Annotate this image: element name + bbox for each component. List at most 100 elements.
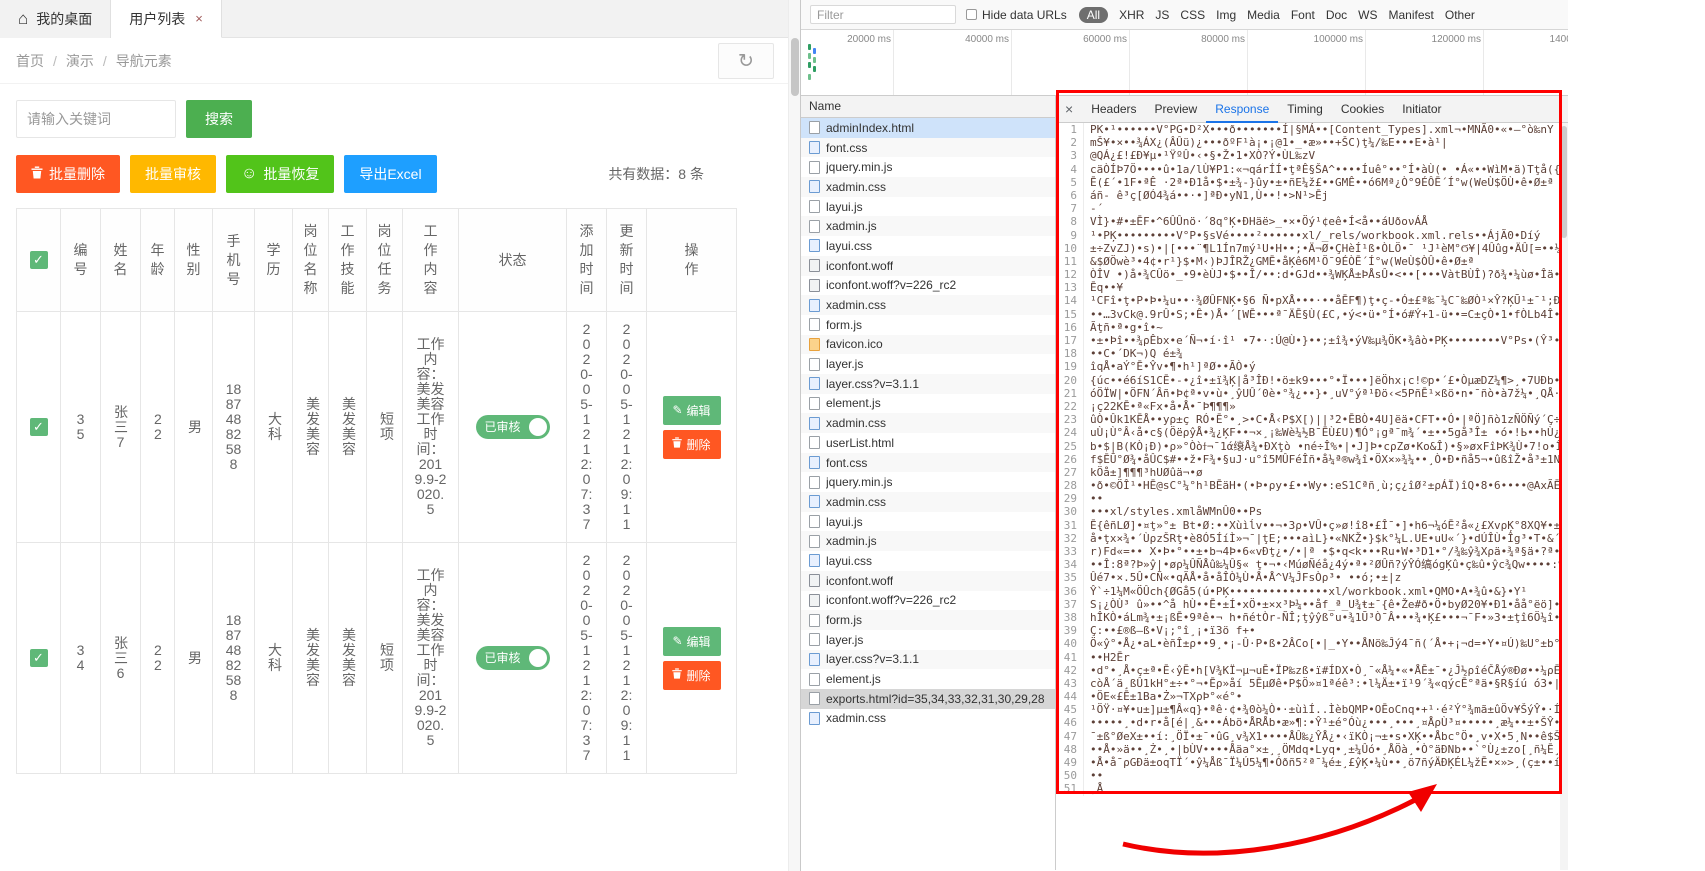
request-row[interactable]: iconfont.woff	[801, 570, 1055, 591]
search-input[interactable]	[16, 100, 176, 138]
request-row[interactable]: layer.css?v=3.1.1	[801, 373, 1055, 394]
response-line-text: å•ţx×¾•´ÙρzŠRţ•è8Ó5ÍíÌ»¬¯|ţE;•••aìL}•«NK…	[1090, 531, 1568, 545]
request-row[interactable]: iconfont.woff	[801, 255, 1055, 276]
request-row[interactable]: userList.html	[801, 433, 1055, 453]
app-tab-1[interactable]: 用户列表 ×	[111, 0, 222, 38]
request-row[interactable]: adminIndex.html	[801, 118, 1055, 138]
response-line-text: mŠ¥•×••¾ÁX¿(ÂÛü)¿•••ðºF¹à¡•¡@1•_•æ»••+ŠC…	[1090, 136, 1448, 150]
request-row[interactable]: layui.js	[801, 197, 1055, 217]
hide-data-urls-checkbox[interactable]	[966, 9, 977, 20]
response-scrollbar-thumb[interactable]	[1561, 126, 1567, 238]
line-number: 22	[1056, 399, 1084, 414]
request-row[interactable]: form.js	[801, 315, 1055, 335]
edit-button[interactable]: ✎ 编辑	[662, 395, 721, 425]
request-row[interactable]: layui.css	[801, 551, 1055, 571]
delete-button[interactable]: 删除	[662, 660, 721, 690]
left-scrollbar-thumb[interactable]	[791, 38, 799, 96]
search-button[interactable]: 搜索	[186, 100, 252, 138]
status-toggle[interactable]: 已审核	[475, 646, 550, 670]
refresh-button[interactable]: ↻	[718, 43, 774, 79]
request-row[interactable]: font.css	[801, 137, 1055, 158]
request-row[interactable]: element.js	[801, 394, 1055, 414]
request-row[interactable]: xadmin.css	[801, 492, 1055, 512]
network-timeline[interactable]: 20000 ms 40000 ms 60000 ms 80000 ms 100000 m…	[801, 30, 1568, 96]
column-header-label: 添加时间	[579, 223, 594, 296]
left-scrollbar[interactable]	[788, 0, 800, 871]
request-row[interactable]: xadmin.css	[801, 177, 1055, 197]
file-icon	[809, 141, 820, 155]
row-checkbox[interactable]: ✓	[29, 649, 48, 667]
request-row[interactable]: xadmin.js	[801, 531, 1055, 552]
column-header: 更新时间	[606, 208, 647, 312]
file-icon	[809, 652, 820, 666]
name-column-header[interactable]: Name	[801, 96, 1055, 118]
export-excel-button[interactable]: 导出Excel	[344, 155, 437, 193]
line-number: 6	[1056, 188, 1084, 203]
detail-tab-cookies[interactable]: Cookies	[1332, 96, 1393, 123]
detail-close-icon[interactable]: ×	[1056, 101, 1082, 117]
delete-button[interactable]: 删除	[662, 429, 721, 459]
filter-chip-other[interactable]: Other	[1445, 8, 1475, 22]
breadcrumb-item[interactable]: 首页	[16, 51, 44, 71]
request-row[interactable]: layui.js	[801, 512, 1055, 532]
detail-tab-response[interactable]: Response	[1206, 96, 1278, 123]
response-panel[interactable]: 1 PK•¹••••••V°PG•D²X•••ð•••••••Í|§MÁ••[Co…	[1056, 123, 1568, 870]
filter-chip-img[interactable]: Img	[1216, 8, 1236, 22]
request-row[interactable]: iconfont.woff?v=226_rc2	[801, 276, 1055, 296]
response-line: 17 •±•Þî••¾ρÊbx•e´Ñ¬•í·î¹ •7•·:Ú@Ù•}••;±î…	[1056, 334, 1568, 348]
filter-input[interactable]	[810, 5, 956, 24]
request-row[interactable]: xadmin.css	[801, 709, 1055, 729]
batch-delete-button[interactable]: 批量删除	[16, 155, 120, 193]
cell-age: 22	[140, 311, 175, 543]
filter-chip-doc[interactable]: Doc	[1326, 8, 1347, 22]
filter-chip-css[interactable]: CSS	[1180, 8, 1205, 22]
request-row[interactable]: layer.css?v=3.1.1	[801, 649, 1055, 670]
filter-chip-ws[interactable]: WS	[1358, 8, 1377, 22]
filter-chip-manifest[interactable]: Manifest	[1389, 8, 1434, 22]
filter-chip-media[interactable]: Media	[1247, 8, 1280, 22]
request-row[interactable]: layer.js	[801, 630, 1055, 650]
detail-tab-preview[interactable]: Preview	[1146, 96, 1207, 123]
filter-chip-xhr[interactable]: XHR	[1119, 8, 1144, 22]
cell-gender: 男	[174, 311, 213, 543]
breadcrumb-item[interactable]: 演示	[66, 51, 94, 71]
column-header: 工作技能	[328, 208, 367, 312]
app-tab-0[interactable]: ⌂ 我的桌面	[0, 0, 112, 38]
request-row[interactable]: font.css	[801, 452, 1055, 473]
request-name: font.css	[826, 455, 868, 470]
filter-chip-font[interactable]: Font	[1291, 8, 1315, 22]
cell-position: 美发美容	[292, 542, 329, 774]
detail-tab-initiator[interactable]: Initiator	[1393, 96, 1450, 123]
response-scrollbar[interactable]	[1560, 123, 1568, 870]
detail-tab-timing[interactable]: Timing	[1278, 96, 1332, 123]
request-row[interactable]: element.js	[801, 669, 1055, 689]
request-row[interactable]: xadmin.css	[801, 413, 1055, 433]
select-all-checkbox[interactable]: ✓	[29, 251, 48, 269]
request-row[interactable]: layer.js	[801, 354, 1055, 374]
tab-close-icon[interactable]: ×	[195, 11, 203, 26]
response-line: 16 Ãţñ•ª•g•î•~	[1056, 320, 1568, 334]
request-row[interactable]: xadmin.css	[801, 295, 1055, 315]
detail-tab-headers[interactable]: Headers	[1082, 96, 1145, 123]
timeline-gridline	[1129, 30, 1130, 95]
request-row[interactable]: jquery.min.js	[801, 157, 1055, 177]
breadcrumb-item[interactable]: 导航元素	[116, 51, 172, 71]
request-row[interactable]: exports.html?id=35,34,33,32,31,30,29,28	[801, 688, 1055, 709]
filter-chip-all[interactable]: All	[1078, 6, 1109, 23]
request-row[interactable]: form.js	[801, 610, 1055, 630]
batch-restore-button[interactable]: ☺ 批量恢复	[226, 155, 335, 193]
status-toggle[interactable]: 已审核	[475, 415, 550, 439]
row-checkbox[interactable]: ✓	[29, 418, 48, 436]
request-row[interactable]: layui.css	[801, 236, 1055, 256]
hide-data-urls[interactable]: Hide data URLs	[966, 8, 1067, 22]
timeline-gridline	[1365, 30, 1366, 95]
request-row[interactable]: iconfont.woff?v=226_rc2	[801, 591, 1055, 611]
request-row[interactable]: xadmin.js	[801, 216, 1055, 237]
filter-chip-js[interactable]: JS	[1155, 8, 1169, 22]
request-row[interactable]: jquery.min.js	[801, 472, 1055, 492]
batch-review-button[interactable]: 批量审核	[130, 155, 216, 193]
request-row[interactable]: favicon.ico	[801, 334, 1055, 355]
request-name: xadmin.css	[826, 494, 887, 509]
edit-button[interactable]: ✎ 编辑	[662, 626, 721, 656]
delete-label: 删除	[686, 437, 711, 452]
